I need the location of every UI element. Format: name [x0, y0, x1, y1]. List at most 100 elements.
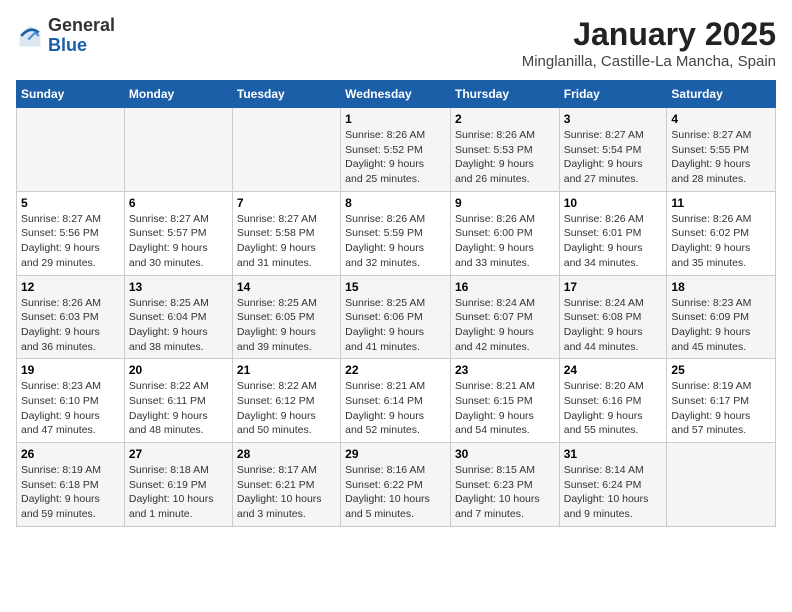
day-info: Sunrise: 8:25 AM Sunset: 6:05 PM Dayligh… [237, 296, 336, 355]
title-block: January 2025 Minglanilla, Castille-La Ma… [522, 16, 776, 70]
logo-icon [16, 22, 44, 50]
day-number: 29 [345, 447, 446, 461]
day-number: 8 [345, 196, 446, 210]
day-number: 26 [21, 447, 120, 461]
day-number: 24 [564, 363, 663, 377]
calendar-cell: 15 Sunrise: 8:25 AM Sunset: 6:06 PM Dayli… [341, 275, 451, 359]
day-number: 11 [671, 196, 771, 210]
calendar-cell: 8 Sunrise: 8:26 AM Sunset: 5:59 PM Daylig… [341, 191, 451, 275]
calendar-cell: 17 Sunrise: 8:24 AM Sunset: 6:08 PM Dayli… [559, 275, 667, 359]
calendar-cell: 5 Sunrise: 8:27 AM Sunset: 5:56 PM Daylig… [17, 191, 125, 275]
page-header: General Blue January 2025 Minglanilla, C… [16, 16, 776, 70]
calendar-cell: 10 Sunrise: 8:26 AM Sunset: 6:01 PM Dayli… [559, 191, 667, 275]
day-info: Sunrise: 8:22 AM Sunset: 6:11 PM Dayligh… [129, 379, 228, 438]
logo-text: General Blue [48, 16, 115, 56]
calendar-week-row: 26 Sunrise: 8:19 AM Sunset: 6:18 PM Dayli… [17, 443, 776, 527]
logo-blue-text: Blue [48, 36, 115, 56]
day-number: 21 [237, 363, 336, 377]
calendar-cell: 28 Sunrise: 8:17 AM Sunset: 6:21 PM Dayli… [232, 443, 340, 527]
day-info: Sunrise: 8:25 AM Sunset: 6:04 PM Dayligh… [129, 296, 228, 355]
day-number: 15 [345, 280, 446, 294]
day-number: 3 [564, 112, 663, 126]
calendar-cell [232, 108, 340, 192]
calendar-cell: 12Sunrise: 8:26 AM Sunset: 6:03 PM Dayli… [17, 275, 125, 359]
calendar-cell: 7 Sunrise: 8:27 AM Sunset: 5:58 PM Daylig… [232, 191, 340, 275]
day-info: Sunrise: 8:26 AM Sunset: 5:53 PM Dayligh… [455, 128, 555, 187]
day-number: 16 [455, 280, 555, 294]
calendar-cell: 27 Sunrise: 8:18 AM Sunset: 6:19 PM Dayli… [124, 443, 232, 527]
day-info: Sunrise: 8:19 AM Sunset: 6:17 PM Dayligh… [671, 379, 771, 438]
day-info: Sunrise: 8:27 AM Sunset: 5:57 PM Dayligh… [129, 212, 228, 271]
calendar-cell: 26 Sunrise: 8:19 AM Sunset: 6:18 PM Dayli… [17, 443, 125, 527]
calendar-cell: 14 Sunrise: 8:25 AM Sunset: 6:05 PM Dayli… [232, 275, 340, 359]
calendar-week-row: 1Sunrise: 8:26 AM Sunset: 5:52 PM Daylig… [17, 108, 776, 192]
weekday-header-tuesday: Tuesday [232, 81, 340, 108]
calendar-week-row: 19Sunrise: 8:23 AM Sunset: 6:10 PM Dayli… [17, 359, 776, 443]
day-info: Sunrise: 8:27 AM Sunset: 5:58 PM Dayligh… [237, 212, 336, 271]
day-info: Sunrise: 8:26 AM Sunset: 6:00 PM Dayligh… [455, 212, 555, 271]
day-info: Sunrise: 8:19 AM Sunset: 6:18 PM Dayligh… [21, 463, 120, 522]
day-number: 10 [564, 196, 663, 210]
calendar-cell: 20 Sunrise: 8:22 AM Sunset: 6:11 PM Dayli… [124, 359, 232, 443]
day-info: Sunrise: 8:25 AM Sunset: 6:06 PM Dayligh… [345, 296, 446, 355]
day-number: 20 [129, 363, 228, 377]
calendar-cell: 11 Sunrise: 8:26 AM Sunset: 6:02 PM Dayli… [667, 191, 776, 275]
day-number: 27 [129, 447, 228, 461]
day-info: Sunrise: 8:22 AM Sunset: 6:12 PM Dayligh… [237, 379, 336, 438]
calendar-cell: 6 Sunrise: 8:27 AM Sunset: 5:57 PM Daylig… [124, 191, 232, 275]
day-info: Sunrise: 8:26 AM Sunset: 6:01 PM Dayligh… [564, 212, 663, 271]
weekday-header-wednesday: Wednesday [341, 81, 451, 108]
day-info: Sunrise: 8:21 AM Sunset: 6:14 PM Dayligh… [345, 379, 446, 438]
calendar-cell: 16Sunrise: 8:24 AM Sunset: 6:07 PM Dayli… [450, 275, 559, 359]
day-info: Sunrise: 8:24 AM Sunset: 6:08 PM Dayligh… [564, 296, 663, 355]
day-number: 2 [455, 112, 555, 126]
calendar-cell: 19Sunrise: 8:23 AM Sunset: 6:10 PM Dayli… [17, 359, 125, 443]
day-info: Sunrise: 8:21 AM Sunset: 6:15 PM Dayligh… [455, 379, 555, 438]
weekday-header-monday: Monday [124, 81, 232, 108]
weekday-header-friday: Friday [559, 81, 667, 108]
day-info: Sunrise: 8:26 AM Sunset: 5:52 PM Dayligh… [345, 128, 446, 187]
day-number: 23 [455, 363, 555, 377]
day-info: Sunrise: 8:27 AM Sunset: 5:54 PM Dayligh… [564, 128, 663, 187]
day-info: Sunrise: 8:26 AM Sunset: 6:03 PM Dayligh… [21, 296, 120, 355]
day-number: 28 [237, 447, 336, 461]
calendar-cell: 4 Sunrise: 8:27 AM Sunset: 5:55 PM Daylig… [667, 108, 776, 192]
weekday-header-row: SundayMondayTuesdayWednesdayThursdayFrid… [17, 81, 776, 108]
day-info: Sunrise: 8:23 AM Sunset: 6:09 PM Dayligh… [671, 296, 771, 355]
day-number: 17 [564, 280, 663, 294]
calendar-cell: 23 Sunrise: 8:21 AM Sunset: 6:15 PM Dayli… [450, 359, 559, 443]
day-info: Sunrise: 8:16 AM Sunset: 6:22 PM Dayligh… [345, 463, 446, 522]
day-number: 30 [455, 447, 555, 461]
day-info: Sunrise: 8:26 AM Sunset: 5:59 PM Dayligh… [345, 212, 446, 271]
day-info: Sunrise: 8:15 AM Sunset: 6:23 PM Dayligh… [455, 463, 555, 522]
calendar-cell: 9Sunrise: 8:26 AM Sunset: 6:00 PM Daylig… [450, 191, 559, 275]
day-info: Sunrise: 8:17 AM Sunset: 6:21 PM Dayligh… [237, 463, 336, 522]
day-number: 4 [671, 112, 771, 126]
day-info: Sunrise: 8:18 AM Sunset: 6:19 PM Dayligh… [129, 463, 228, 522]
page-title: January 2025 [522, 16, 776, 53]
day-number: 5 [21, 196, 120, 210]
calendar-cell: 25 Sunrise: 8:19 AM Sunset: 6:17 PM Dayli… [667, 359, 776, 443]
calendar-cell: 22Sunrise: 8:21 AM Sunset: 6:14 PM Dayli… [341, 359, 451, 443]
day-info: Sunrise: 8:26 AM Sunset: 6:02 PM Dayligh… [671, 212, 771, 271]
day-number: 19 [21, 363, 120, 377]
calendar-week-row: 12Sunrise: 8:26 AM Sunset: 6:03 PM Dayli… [17, 275, 776, 359]
weekday-header-sunday: Sunday [17, 81, 125, 108]
calendar-cell [667, 443, 776, 527]
calendar-cell: 13Sunrise: 8:25 AM Sunset: 6:04 PM Dayli… [124, 275, 232, 359]
weekday-header-saturday: Saturday [667, 81, 776, 108]
weekday-header-thursday: Thursday [450, 81, 559, 108]
day-number: 6 [129, 196, 228, 210]
page-subtitle: Minglanilla, Castille-La Mancha, Spain [522, 53, 776, 70]
calendar-cell: 2 Sunrise: 8:26 AM Sunset: 5:53 PM Daylig… [450, 108, 559, 192]
day-info: Sunrise: 8:27 AM Sunset: 5:56 PM Dayligh… [21, 212, 120, 271]
day-number: 14 [237, 280, 336, 294]
calendar-cell: 18Sunrise: 8:23 AM Sunset: 6:09 PM Dayli… [667, 275, 776, 359]
calendar-cell [124, 108, 232, 192]
day-number: 25 [671, 363, 771, 377]
calendar-table: SundayMondayTuesdayWednesdayThursdayFrid… [16, 80, 776, 527]
day-number: 7 [237, 196, 336, 210]
calendar-cell: 21 Sunrise: 8:22 AM Sunset: 6:12 PM Dayli… [232, 359, 340, 443]
day-info: Sunrise: 8:27 AM Sunset: 5:55 PM Dayligh… [671, 128, 771, 187]
calendar-cell: 31Sunrise: 8:14 AM Sunset: 6:24 PM Dayli… [559, 443, 667, 527]
